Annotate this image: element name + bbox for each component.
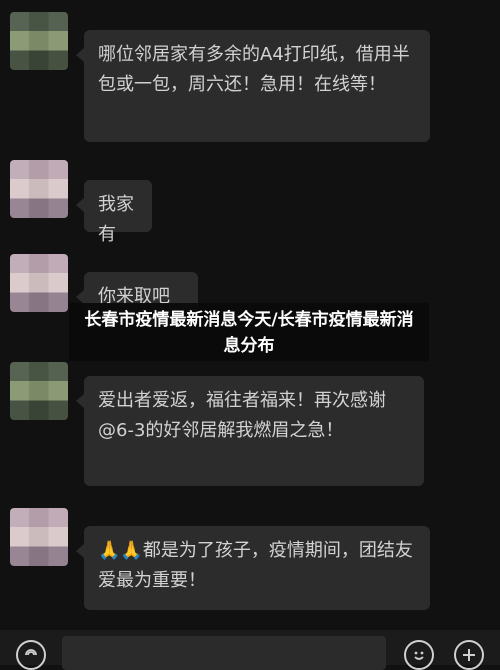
message-text: 哪位邻居家有多余的A4打印纸，借用半包或一包，周六还！急用！在线等！ <box>98 44 410 95</box>
plus-icon[interactable] <box>454 640 484 670</box>
avatar[interactable] <box>10 12 68 70</box>
avatar[interactable] <box>10 160 68 218</box>
message-text: 我家有 <box>98 194 134 245</box>
message-bubble[interactable]: 爱出者爱返，福往者福来！再次感谢@6-3的好邻居解我燃眉之急！ <box>76 376 424 486</box>
headline-text: 长春市疫情最新消息今天/长春市疫情最新消息分布 <box>84 310 414 356</box>
message-text: 🙏🙏都是为了孩子，疫情期间，团结友爱最为重要！ <box>98 540 413 591</box>
avatar[interactable] <box>10 508 68 566</box>
message-bubble[interactable]: 我家有 <box>76 180 152 245</box>
emoji-icon[interactable] <box>404 640 434 670</box>
voice-icon[interactable] <box>16 640 46 670</box>
avatar[interactable] <box>10 362 68 420</box>
message-text: 爱出者爱返，福往者福来！再次感谢@6-3的好邻居解我燃眉之急！ <box>98 390 386 441</box>
message-bubble[interactable]: 🙏🙏都是为了孩子，疫情期间，团结友爱最为重要！ <box>76 526 430 610</box>
page-title: 长春市疫情最新消息今天/长春市疫情最新消息分布 <box>69 303 429 361</box>
message-bubble[interactable]: 哪位邻居家有多余的A4打印纸，借用半包或一包，周六还！急用！在线等！ <box>76 30 430 142</box>
avatar[interactable] <box>10 254 68 312</box>
